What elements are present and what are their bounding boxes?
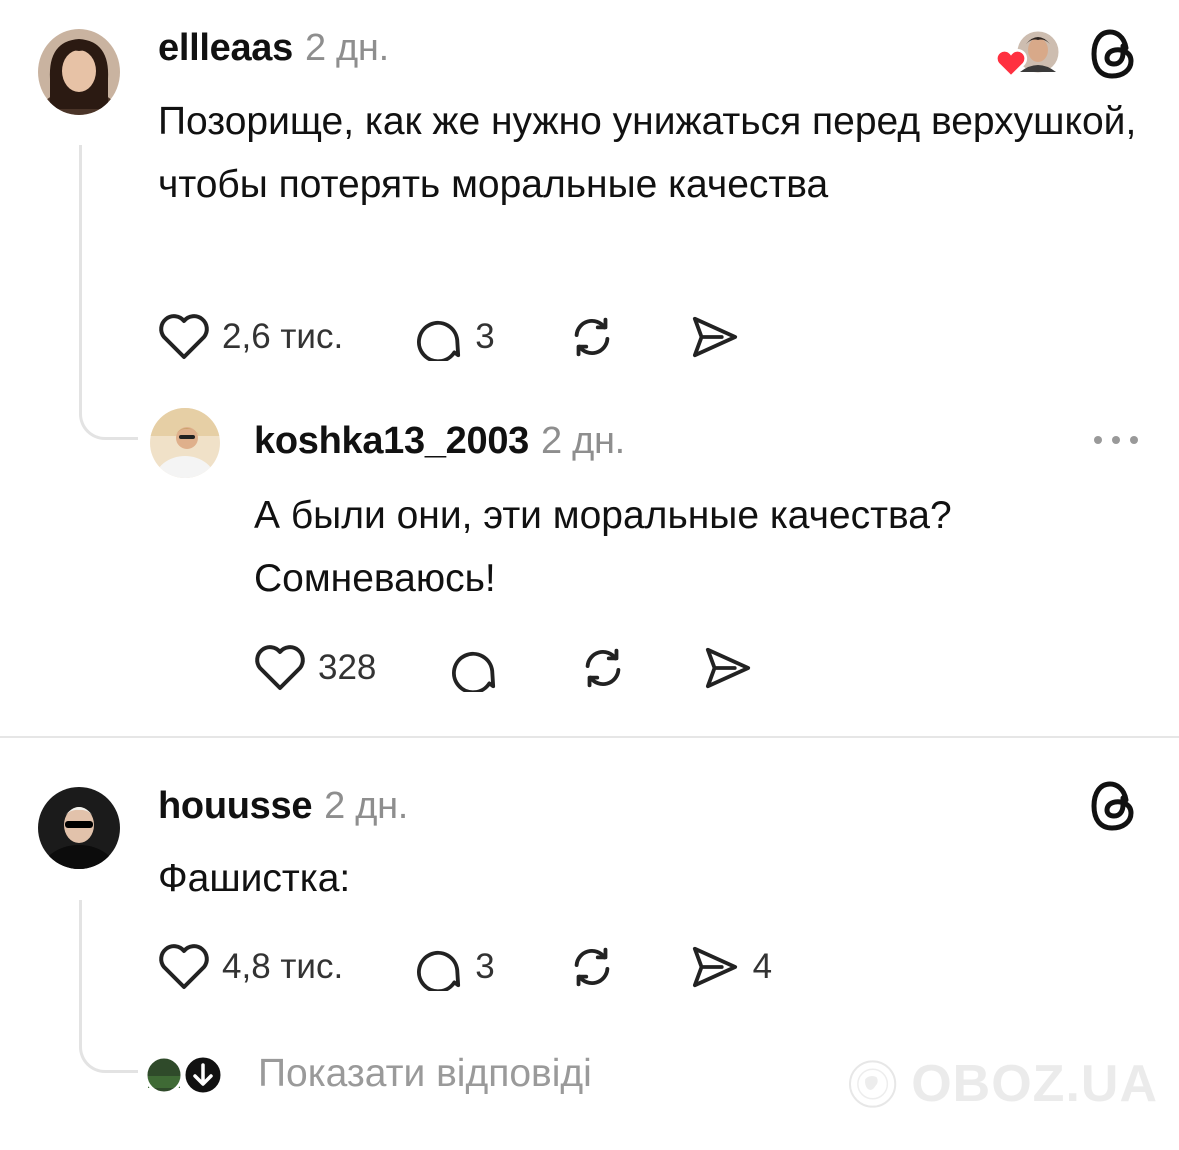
arrow-down-icon (182, 1054, 224, 1096)
comment-time: 2 дн. (541, 420, 625, 462)
reply-button[interactable]: 3 (413, 943, 495, 991)
watermark: OBOZ.UA (848, 1032, 1158, 1136)
send-icon (692, 316, 737, 358)
reply-button[interactable] (448, 644, 498, 692)
reply-button[interactable]: 3 (413, 313, 495, 361)
share-button[interactable] (689, 313, 741, 361)
share-button[interactable]: 4 (689, 943, 772, 991)
comment-time: 2 дн. (324, 785, 409, 827)
repost-icon (574, 947, 609, 987)
share-button[interactable] (702, 644, 754, 692)
comment-icon (452, 651, 496, 692)
watermark-text: OBOZ.UA (911, 1055, 1158, 1113)
heart-avatar-icon (994, 48, 1028, 78)
avatar[interactable] (38, 29, 120, 115)
repost-icon (586, 648, 621, 688)
repost-button[interactable] (576, 643, 630, 693)
like-button[interactable]: 2,6 тис. (158, 313, 343, 361)
comment-icon (417, 950, 461, 991)
comment-username[interactable]: houusse 2 дн. (158, 785, 408, 828)
comment-text: Позорище, как же нужно унижаться перед в… (158, 100, 1137, 206)
comment-time: 2 дн. (304, 27, 389, 69)
reply-count: 3 (475, 317, 495, 356)
like-count: 328 (318, 648, 377, 687)
globe-logo-icon (848, 1060, 897, 1108)
comment-text: А были они, эти моральные качества? Сомн… (254, 494, 952, 600)
reply-count: 3 (475, 947, 495, 986)
avatar[interactable] (150, 408, 220, 478)
like-count: 2,6 тис. (222, 317, 344, 356)
comment-actions: 328 (254, 643, 754, 693)
send-icon (692, 946, 737, 988)
repost-button[interactable] (565, 942, 619, 992)
comment-username[interactable]: ellleaas 2 дн. (158, 27, 389, 70)
comment-username[interactable]: koshka13_2003 2 дн. (254, 420, 625, 463)
comment-actions: 2,6 тис. 3 (158, 312, 741, 362)
send-icon (706, 647, 751, 689)
comment-divider (0, 736, 1179, 738)
show-replies-link[interactable]: Показати відповіді (258, 1052, 592, 1096)
heart-icon (159, 314, 209, 359)
replier-avatars[interactable] (144, 1054, 224, 1096)
threads-icon[interactable] (1090, 28, 1138, 85)
threads-icon[interactable] (1090, 780, 1138, 837)
thread-line (79, 145, 138, 440)
comment-text: Фашистка: (158, 857, 351, 900)
like-button[interactable]: 4,8 тис. (158, 943, 343, 991)
more-icon[interactable] (1092, 432, 1140, 453)
avatar[interactable] (38, 787, 120, 869)
like-button[interactable]: 328 (254, 644, 376, 692)
heart-icon (255, 645, 305, 690)
like-count: 4,8 тис. (222, 947, 344, 986)
heart-icon (159, 944, 209, 989)
share-count: 4 (752, 947, 773, 986)
comment-actions: 4,8 тис. 3 4 (158, 942, 772, 992)
repost-button[interactable] (565, 312, 619, 362)
comment-icon (417, 320, 461, 361)
thread-line (79, 900, 138, 1073)
liked-by-author-badge (994, 28, 1066, 78)
repost-icon (574, 317, 609, 357)
